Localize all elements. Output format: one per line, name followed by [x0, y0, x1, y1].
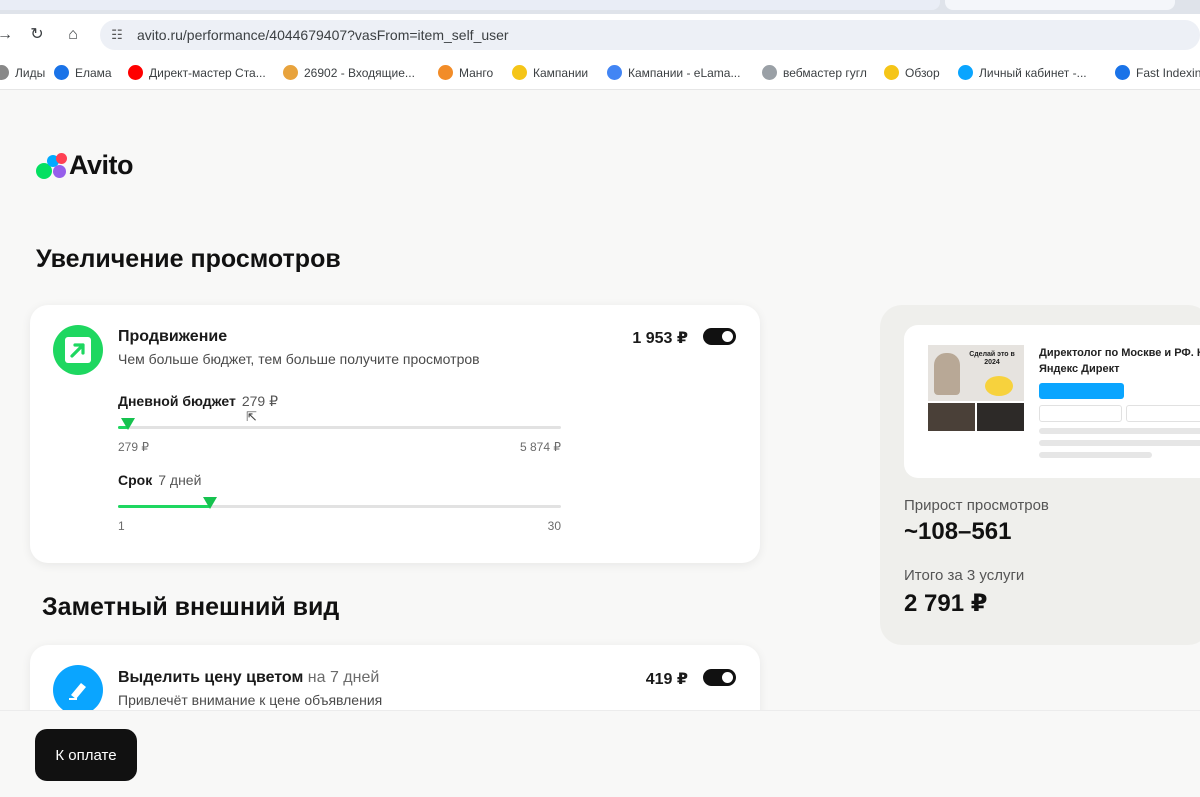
- budget-max: 5 874 ₽: [520, 440, 561, 454]
- elama-icon: [54, 65, 69, 80]
- bookmark-item[interactable]: Манго: [438, 65, 493, 80]
- promotion-title: Продвижение: [118, 328, 228, 345]
- bookmark-label: Кампании: [533, 65, 589, 80]
- bottom-bar: [0, 710, 1200, 797]
- person-image: [934, 353, 960, 395]
- bookmark-label: Елама: [75, 65, 112, 80]
- ad-thumb-2: [977, 403, 1024, 431]
- bookmark-label: Личный кабинет -...: [979, 65, 1087, 80]
- bookmark-item[interactable]: Личный кабинет -...: [958, 65, 1087, 80]
- yandex-metrica-icon: [884, 65, 899, 80]
- ad-preview-line-2: [1039, 440, 1200, 446]
- budget-label: Дневной бюджет 279 ₽: [118, 393, 278, 409]
- marker-icon: [53, 665, 103, 715]
- term-slider-fill: [118, 505, 210, 508]
- ad-preview-images: Сделай это в 2024: [928, 345, 1024, 431]
- views-growth-label: Прирост просмотров: [904, 497, 1049, 514]
- bookmark-item[interactable]: Елама: [54, 65, 112, 80]
- total-label: Итого за 3 услуги: [904, 567, 1025, 584]
- browser-toolbar: → ↻ ⌂ ☷ avito.ru/performance/4044679407?…: [0, 14, 1200, 56]
- bookmark-label: Директ-мастер Ста...: [149, 65, 266, 80]
- budget-min: 279 ₽: [118, 440, 149, 454]
- avito-icon: [958, 65, 973, 80]
- bookmark-label: Манго: [459, 65, 494, 80]
- term-value: 7 дней: [158, 472, 202, 488]
- bookmark-label: Кампании - eLama...: [628, 65, 741, 80]
- active-tab[interactable]: [0, 0, 940, 10]
- site-settings-icon[interactable]: ☷: [108, 26, 126, 44]
- bookmark-item[interactable]: вебмастер гугл: [762, 65, 867, 80]
- budget-slider-handle[interactable]: [121, 418, 135, 430]
- forward-icon[interactable]: →: [0, 24, 16, 46]
- ad-image-caption: Сделай это в 2024: [969, 351, 1015, 366]
- promotion-subtitle: Чем больше бюджет, тем больше получите п…: [118, 351, 480, 367]
- highlight-subtitle: Привлечёт внимание к цене объявления: [118, 692, 383, 708]
- pay-button[interactable]: К оплате: [35, 729, 137, 781]
- ad-preview-title: Директолог по Москве и РФ. Н Яндекс Дирек…: [1039, 347, 1200, 375]
- bookmark-item[interactable]: Обзор: [884, 65, 940, 80]
- highlight-toggle[interactable]: [703, 669, 736, 686]
- promotion-icon: [53, 325, 103, 375]
- term-slider[interactable]: [118, 505, 561, 508]
- budget-value: 279 ₽: [241, 393, 278, 409]
- promotion-toggle[interactable]: [703, 328, 736, 345]
- bookmarks-bar: Лиды Елама Директ-мастер Ста... 26902 - Вхо…: [0, 56, 1200, 90]
- bookmark-item[interactable]: Кампании: [512, 65, 588, 80]
- reload-icon[interactable]: ↻: [26, 24, 48, 46]
- yandex-direct-badge-icon: [985, 376, 1013, 396]
- avito-logo-text: Avito: [69, 150, 134, 180]
- fast-indexing-icon: [1115, 65, 1130, 80]
- term-label: Срок 7 дней: [118, 472, 202, 488]
- term-max: 30: [547, 519, 561, 533]
- bookmark-item[interactable]: Директ-мастер Ста...: [128, 65, 266, 80]
- mango-icon: [438, 65, 453, 80]
- term-min: 1: [118, 519, 125, 533]
- bookmark-item[interactable]: 26902 - Входящие...: [283, 65, 415, 80]
- highlight-duration: на 7 дней: [307, 669, 380, 686]
- mail-icon: [283, 65, 298, 80]
- home-icon[interactable]: ⌂: [62, 24, 84, 46]
- webmaster-icon: [762, 65, 777, 80]
- bookmark-label: Fast Indexin: [1136, 65, 1200, 80]
- bookmark-label: Лиды: [15, 65, 46, 80]
- ad-preview-line-3: [1039, 452, 1152, 458]
- bookmark-item[interactable]: Лиды: [0, 65, 45, 80]
- bookmark-label: вебмастер гугл: [783, 65, 867, 80]
- avito-logo[interactable]: Avito: [35, 150, 134, 181]
- tab-strip: [0, 0, 1200, 14]
- leads-icon: [0, 65, 9, 80]
- mouse-cursor-icon: ⇱: [246, 409, 257, 424]
- ad-preview-box-2: [1126, 405, 1200, 422]
- bookmark-label: 26902 - Входящие...: [304, 65, 415, 80]
- highlight-price: 419 ₽: [645, 671, 688, 688]
- bookmark-label: Обзор: [905, 65, 940, 80]
- promotion-price: 1 953 ₽: [632, 330, 688, 347]
- youtube-icon: [128, 65, 143, 80]
- total-value: 2 791 ₽: [904, 590, 988, 617]
- views-growth-value: ~108–561: [904, 518, 1012, 545]
- section-title-views: Увеличение просмотров: [36, 245, 341, 273]
- section-title-look: Заметный внешний вид: [42, 593, 340, 621]
- google-ads-icon: [607, 65, 622, 80]
- term-slider-handle[interactable]: [202, 497, 217, 509]
- highlight-title: Выделить цену цветом на 7 дней: [118, 669, 380, 686]
- ad-preview-box-1: [1039, 405, 1122, 422]
- bookmark-item[interactable]: Кампании - eLama...: [607, 65, 740, 80]
- avito-logo-icon: [35, 151, 67, 181]
- ad-preview-line-1: [1039, 428, 1200, 434]
- address-bar[interactable]: ☷ avito.ru/performance/4044679407?vasFro…: [100, 20, 1200, 50]
- ad-preview-button: [1039, 383, 1124, 399]
- new-tab-area[interactable]: [945, 0, 1175, 10]
- yandex-direct-icon: [512, 65, 527, 80]
- url-text[interactable]: avito.ru/performance/4044679407?vasFrom=…: [137, 27, 509, 43]
- ad-thumb-1: [928, 403, 975, 431]
- bookmark-item[interactable]: Fast Indexin: [1115, 65, 1200, 80]
- budget-slider[interactable]: [118, 426, 561, 429]
